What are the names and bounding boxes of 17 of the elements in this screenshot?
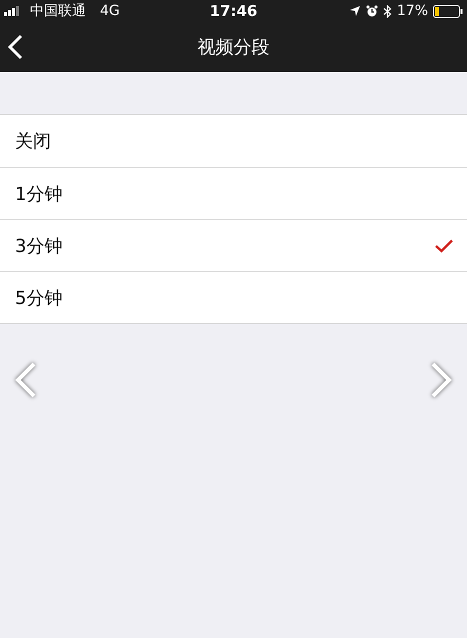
battery-percent: 17% [396, 3, 428, 19]
option-row[interactable]: 3分钟 [0, 219, 467, 271]
location-icon [348, 5, 361, 17]
network-type: 4G [100, 3, 120, 19]
option-label: 5分钟 [15, 286, 64, 310]
page-title: 视频分段 [198, 36, 270, 59]
bluetooth-icon [382, 4, 392, 18]
option-label: 关闭 [15, 130, 52, 153]
option-label: 3分钟 [15, 234, 64, 258]
option-row[interactable]: 5分钟 [0, 271, 467, 323]
option-label: 1分钟 [15, 182, 64, 206]
option-row[interactable]: 关闭 [0, 115, 467, 167]
status-time: 17:46 [210, 2, 258, 20]
carrier-name: 中国联通 [30, 2, 86, 20]
battery-icon [433, 4, 463, 18]
alarm-icon [366, 5, 378, 17]
option-row[interactable]: 1分钟 [0, 167, 467, 219]
